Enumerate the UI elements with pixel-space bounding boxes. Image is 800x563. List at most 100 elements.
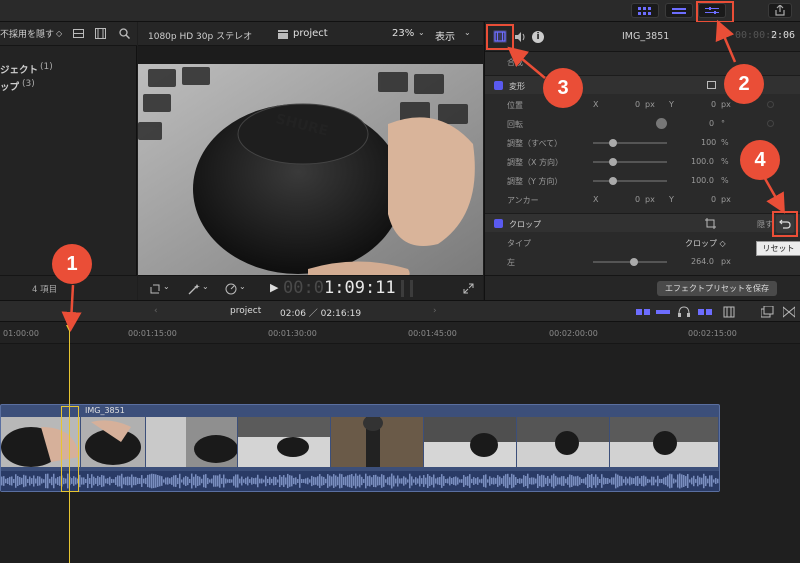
keyframe-button[interactable] — [767, 101, 774, 108]
ruler-tick-label: 00:01:15:00 — [128, 329, 177, 338]
slider-knob[interactable] — [609, 139, 617, 147]
video-only-icon[interactable] — [636, 307, 650, 317]
clip-thumbnail — [610, 417, 719, 467]
rotation-label: 回転 — [507, 120, 523, 129]
clip-appearance-icon[interactable] — [95, 28, 106, 39]
browser-item-label: ップ — [0, 82, 20, 93]
scale-y-slider[interactable] — [593, 180, 667, 182]
clip-name-label: IMG_3851 — [85, 406, 125, 415]
display-menu[interactable]: 表示 — [435, 28, 455, 43]
info-icon[interactable]: i — [532, 31, 544, 43]
transform-checkbox[interactable] — [494, 81, 503, 90]
clip-thumbnail — [81, 417, 146, 467]
scale-all-slider[interactable] — [593, 142, 667, 144]
scale-x-slider[interactable] — [593, 161, 667, 163]
browser-item-count: (3) — [22, 79, 35, 89]
hide-rejected-filter[interactable]: 不採用を隠す — [0, 27, 54, 40]
slider-knob[interactable] — [609, 158, 617, 166]
back-arrow-icon[interactable]: ‹ — [154, 306, 158, 316]
scale-y-value[interactable]: 100.0 — [691, 176, 714, 185]
anchor-y-value[interactable]: 0 — [711, 195, 716, 204]
filmstrip-icon[interactable] — [73, 29, 84, 38]
chevron-down-icon: ⌄ — [163, 282, 170, 291]
video-preview: SHURE — [138, 64, 483, 283]
annotation-highlight-2 — [696, 1, 734, 23]
slider-knob[interactable] — [609, 177, 617, 185]
chevron-down-icon: ⌄ — [202, 282, 209, 291]
clip-thumbnail — [331, 417, 424, 467]
crop-controls-icon[interactable] — [705, 218, 716, 229]
unit-label: ° — [721, 119, 725, 128]
position-x-value[interactable]: 0 — [635, 100, 640, 109]
fullscreen-icon[interactable] — [463, 283, 474, 294]
chevron-updown-icon: ◇ — [56, 29, 63, 38]
annotation-badge-2: 2 — [724, 64, 764, 104]
libraries-toggle-button[interactable] — [631, 3, 659, 18]
rotation-dial[interactable] — [656, 118, 667, 129]
chevron-down-icon: ⌄ — [239, 282, 246, 291]
save-effects-preset-button[interactable]: エフェクトプリセットを保存 — [657, 281, 777, 296]
transform-menu-icon[interactable] — [150, 284, 160, 294]
ruler-tick-label: 01:00:00 — [3, 329, 39, 338]
unit-label: % — [721, 138, 729, 147]
timeline-clip[interactable]: IMG_3851 — [0, 404, 720, 492]
viewer-project-name: project — [293, 28, 328, 39]
timeline-ruler[interactable]: 01:00:00 00:01:15:00 00:01:30:00 00:01:4… — [0, 322, 800, 344]
rotation-value[interactable]: 0 — [709, 119, 714, 128]
scale-all-value[interactable]: 100 — [701, 138, 716, 147]
inspector-clip-name: IMG_3851 — [622, 31, 670, 42]
timeline-toggle-button[interactable] — [665, 3, 693, 18]
unit-label: px — [721, 257, 731, 266]
scale-all-label: 調整（すべて） — [507, 139, 563, 148]
forward-arrow-icon[interactable]: › — [433, 306, 437, 316]
crop-type-select[interactable]: クロップ ◇ — [685, 238, 726, 249]
audio-waveform[interactable] — [1, 471, 719, 491]
play-button[interactable]: ▶ — [270, 281, 278, 294]
search-icon[interactable] — [119, 28, 130, 39]
share-button[interactable] — [768, 3, 792, 18]
effects-browser-icon[interactable] — [761, 306, 774, 318]
item-count: 4 項目 — [32, 285, 58, 295]
headphones-icon[interactable] — [678, 306, 690, 318]
position-y-value[interactable]: 0 — [711, 100, 716, 109]
crop-checkbox[interactable] — [494, 219, 503, 228]
scale-x-value[interactable]: 100.0 — [691, 157, 714, 166]
browser-item[interactable]: ジェクト (1) — [0, 62, 137, 76]
clapper-icon — [278, 30, 288, 39]
audio-inspector-tab-icon[interactable] — [515, 32, 526, 42]
annotation-badge-3: 3 — [543, 68, 583, 108]
clip-thumbnail — [424, 417, 517, 467]
speed-gauge-icon[interactable] — [225, 283, 237, 295]
x-axis-label: X — [593, 100, 599, 109]
audio-only-icon[interactable] — [656, 307, 670, 317]
keyframe-button[interactable] — [767, 120, 774, 127]
slider-knob[interactable] — [630, 258, 638, 266]
top-toolbar — [0, 0, 800, 23]
timeline-body[interactable]: IMG_3851 — [0, 322, 800, 563]
anchor-x-value[interactable]: 0 — [635, 195, 640, 204]
zoom-menu[interactable]: 23% — [392, 28, 414, 39]
onscreen-controls-icon[interactable] — [707, 81, 716, 89]
crop-type-label: タイプ — [507, 239, 531, 248]
browser-item-count: (1) — [40, 62, 53, 72]
crop-left-value[interactable]: 264.0 — [691, 257, 714, 266]
annotation-highlight-4 — [772, 211, 798, 237]
scale-x-label: 調整（X 方向） — [507, 158, 564, 167]
y-axis-label: Y — [669, 195, 674, 204]
clip-appearance-icon[interactable] — [723, 306, 735, 318]
reset-tooltip: リセット — [756, 241, 800, 256]
video-frame-image: SHURE — [138, 64, 483, 283]
clip-thumbnail — [146, 417, 238, 467]
inspector-footer: エフェクトプリセットを保存 — [485, 275, 800, 300]
chevron-down-icon: ⌄ — [418, 28, 425, 37]
crop-section-header[interactable]: クロップ 隠す — [485, 213, 800, 232]
playhead-frame-highlight — [61, 406, 79, 492]
transitions-browser-icon[interactable] — [783, 306, 795, 318]
timecode-main: 1:09:11 — [324, 278, 396, 298]
enhance-wand-icon[interactable] — [188, 284, 200, 295]
crop-title: クロップ — [509, 220, 541, 229]
viewer-panel: 1080p HD 30p ステレオ project 23% ⌄ 表示 ⌄ SHU… — [138, 22, 483, 300]
snapping-icon[interactable] — [698, 307, 712, 317]
browser-item[interactable]: ップ (3) — [0, 79, 137, 93]
hide-label: 隠す — [757, 220, 773, 229]
